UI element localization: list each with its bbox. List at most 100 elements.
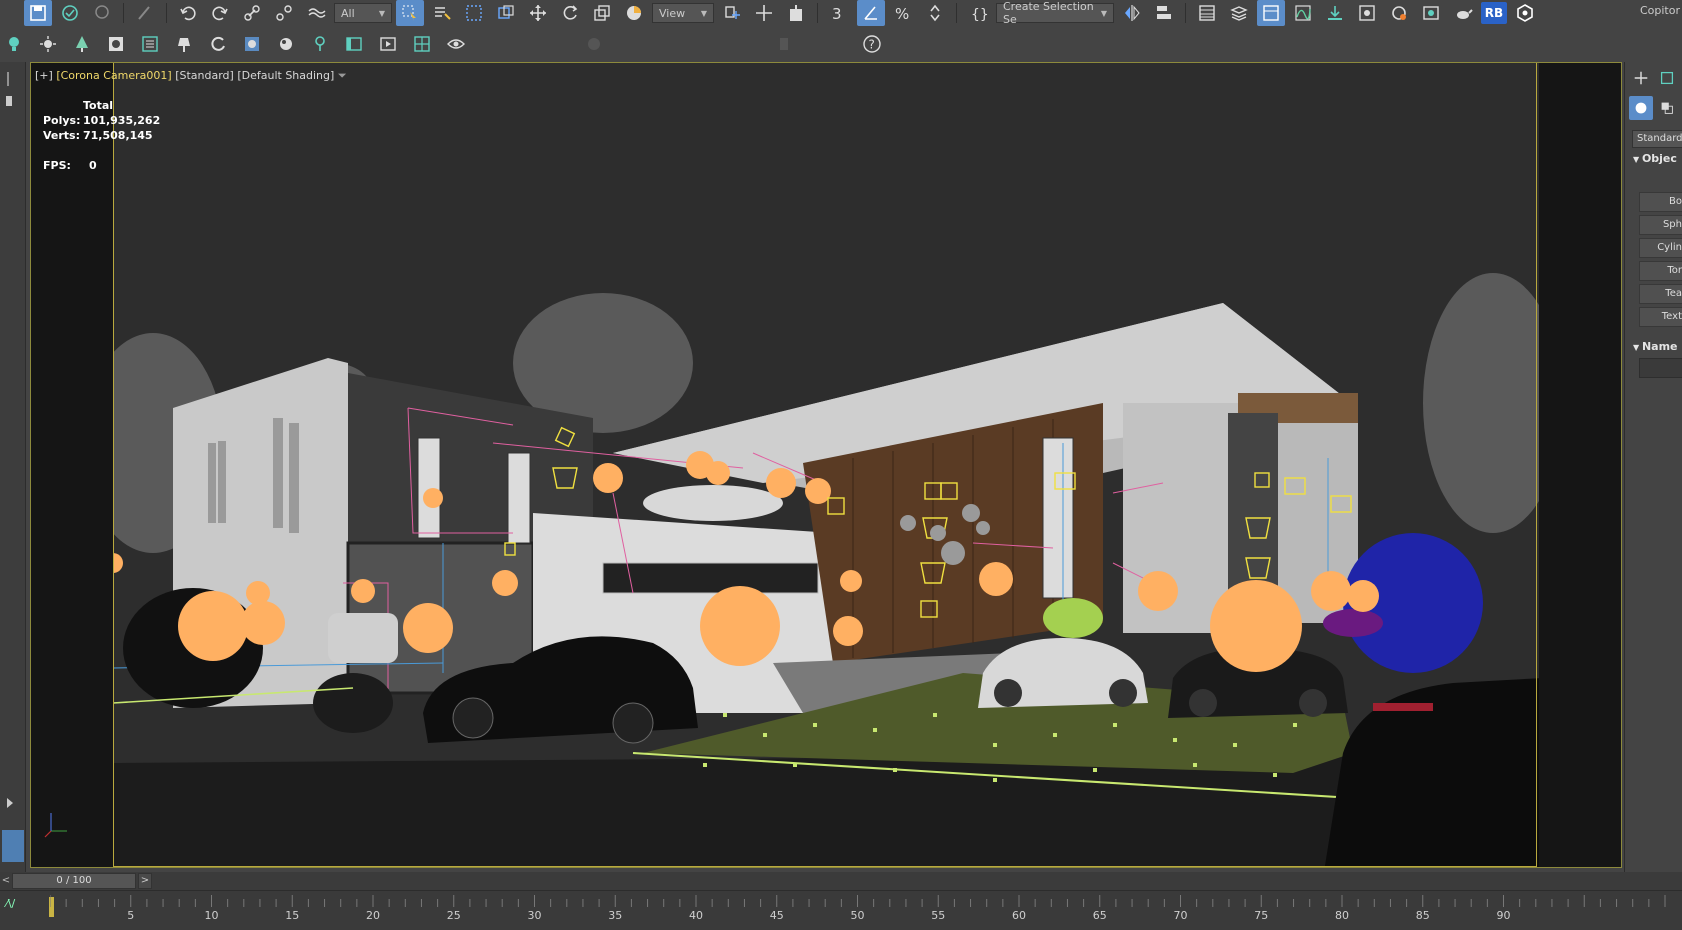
- shapes-icon[interactable]: [1655, 96, 1679, 120]
- viewport-camera-menu[interactable]: [Corona Camera001]: [56, 69, 171, 82]
- ref-coord-dropdown[interactable]: View ▼: [652, 3, 714, 23]
- percent-snap-icon[interactable]: %: [889, 0, 917, 26]
- time-slider[interactable]: < 0 / 100 >: [0, 872, 1682, 890]
- tree-icon[interactable]: [68, 31, 96, 57]
- chevron-down-icon: ▼: [378, 8, 385, 18]
- layer-explorer-icon[interactable]: [1225, 0, 1253, 26]
- interactive-render-icon[interactable]: [374, 31, 402, 57]
- frame-buffer-icon[interactable]: [340, 31, 368, 57]
- render-teapot-icon[interactable]: [1449, 0, 1477, 26]
- left-tool-strip: [0, 62, 26, 880]
- align-icon[interactable]: [1150, 0, 1178, 26]
- move-icon[interactable]: [524, 0, 552, 26]
- light-probe-icon[interactable]: [306, 31, 334, 57]
- rect-select-region-icon[interactable]: [460, 0, 488, 26]
- viewport-shading-menu[interactable]: [Default Shading]: [237, 69, 334, 82]
- redo-icon[interactable]: [206, 0, 234, 26]
- lamp-icon[interactable]: [170, 31, 198, 57]
- material-library-icon[interactable]: [238, 31, 266, 57]
- frame-tick-label: 25: [446, 909, 461, 922]
- spinner-snap-icon[interactable]: [921, 0, 949, 26]
- name-color-rollout[interactable]: ▼ Name: [1633, 340, 1678, 353]
- undo-icon[interactable]: [174, 0, 202, 26]
- region-render-icon[interactable]: [408, 31, 436, 57]
- rb-plugin-button[interactable]: RB: [1481, 2, 1507, 24]
- ref-coord-value: View: [659, 6, 686, 20]
- geometry-sphere-icon[interactable]: [1629, 96, 1653, 120]
- camera-viewport[interactable]: [+] [Corona Camera001] [Standard] [Defau…: [30, 62, 1622, 868]
- angle-snap-icon[interactable]: [857, 0, 885, 26]
- active-tool-indicator[interactable]: [2, 830, 24, 862]
- toggle-ribbon-icon[interactable]: [1257, 0, 1285, 26]
- viewport-mode-menu[interactable]: [Standard]: [175, 69, 234, 82]
- frame-tick-label: 85: [1415, 909, 1430, 922]
- box-button[interactable]: Bo: [1639, 192, 1682, 212]
- render-setup-icon[interactable]: [1385, 0, 1413, 26]
- material-editor-icon[interactable]: [1353, 0, 1381, 26]
- object-name-field[interactable]: [1639, 358, 1682, 378]
- svg-text:?: ?: [869, 38, 875, 52]
- selection-filter-dropdown[interactable]: All ▼: [334, 3, 392, 23]
- time-slider-prev-button[interactable]: <: [0, 874, 12, 888]
- schematic-view-icon[interactable]: [1321, 0, 1349, 26]
- mirror-icon[interactable]: [1118, 0, 1146, 26]
- save-icon[interactable]: [24, 0, 52, 26]
- sun-icon[interactable]: [34, 31, 62, 57]
- frame-tick-label: 65: [1092, 909, 1107, 922]
- geometry-category-dropdown[interactable]: Standard: [1632, 130, 1682, 148]
- scale-icon[interactable]: [588, 0, 616, 26]
- mini-curve-editor-icon[interactable]: ⁄\/: [6, 897, 15, 910]
- place-icon[interactable]: [620, 0, 648, 26]
- pin-icon[interactable]: [2, 68, 24, 90]
- curve-editor-icon[interactable]: [1289, 0, 1317, 26]
- text-button[interactable]: Text: [1639, 307, 1682, 327]
- proxy-list-icon[interactable]: [136, 31, 164, 57]
- unlink-icon[interactable]: [270, 0, 298, 26]
- cylinder-button[interactable]: Cylin: [1639, 238, 1682, 258]
- select-object-icon[interactable]: [396, 0, 424, 26]
- teapot-button[interactable]: Tea: [1639, 284, 1682, 304]
- select-by-name-icon[interactable]: [428, 0, 456, 26]
- play-arrow-icon[interactable]: [2, 792, 24, 814]
- check-icon[interactable]: [56, 0, 84, 26]
- refresh-icon[interactable]: [204, 31, 232, 57]
- eye-icon[interactable]: [442, 31, 470, 57]
- corona-hex-icon[interactable]: [1511, 0, 1539, 26]
- rendered-frame-icon[interactable]: [1417, 0, 1445, 26]
- frame-tick-label: 80: [1335, 909, 1349, 922]
- link-icon[interactable]: [238, 0, 266, 26]
- bind-spacewarp-icon[interactable]: [302, 0, 330, 26]
- rotate-icon[interactable]: [556, 0, 584, 26]
- viewport-plus-menu[interactable]: [+]: [35, 69, 53, 82]
- shader-ball-icon[interactable]: [272, 31, 300, 57]
- stats-header: Total: [83, 99, 114, 112]
- scene-explorer-icon[interactable]: [1193, 0, 1221, 26]
- light-bulb-icon[interactable]: [0, 31, 28, 57]
- keyboard-shortcut-icon[interactable]: [782, 0, 810, 26]
- lock-icon[interactable]: [2, 92, 24, 114]
- polys-value: 101,935,262: [83, 114, 161, 127]
- window-crossing-icon[interactable]: [492, 0, 520, 26]
- time-slider-thumb[interactable]: 0 / 100: [12, 873, 136, 889]
- snap-3d-icon[interactable]: 3: [825, 0, 853, 26]
- object-type-rollout[interactable]: ▼ Objec: [1633, 152, 1677, 165]
- create-tab-plus-icon[interactable]: [1629, 66, 1653, 90]
- polys-label: Polys:: [43, 114, 81, 127]
- paint-brush-icon[interactable]: [131, 0, 159, 26]
- lasso-icon[interactable]: [88, 0, 116, 26]
- filter-icon[interactable]: ⏷: [338, 69, 347, 82]
- torus-button[interactable]: Tor: [1639, 261, 1682, 281]
- viewport-label-menu[interactable]: [+] [Corona Camera001] [Standard] [Defau…: [35, 69, 347, 83]
- named-selection-dropdown[interactable]: Create Selection Se ▼: [996, 0, 1114, 26]
- help-icon[interactable]: ?: [858, 31, 886, 57]
- modify-tab-icon[interactable]: [1655, 66, 1679, 90]
- edit-named-selection-icon[interactable]: {}: [964, 0, 992, 26]
- pivot-center-icon[interactable]: [718, 0, 746, 26]
- track-bar[interactable]: ⁄\/ 5 10 15 20 25 30 35 40 45 50 55 60 65 70 75 80 85 90: [0, 890, 1682, 930]
- select-manipulate-icon[interactable]: [750, 0, 778, 26]
- corona-converter-icon[interactable]: [102, 31, 130, 57]
- sphere-button[interactable]: Sph: [1639, 215, 1682, 235]
- secondary-toolbar: ?: [0, 26, 1682, 62]
- chevron-down-icon: ▼: [1633, 343, 1642, 352]
- time-slider-next-button[interactable]: >: [138, 873, 152, 889]
